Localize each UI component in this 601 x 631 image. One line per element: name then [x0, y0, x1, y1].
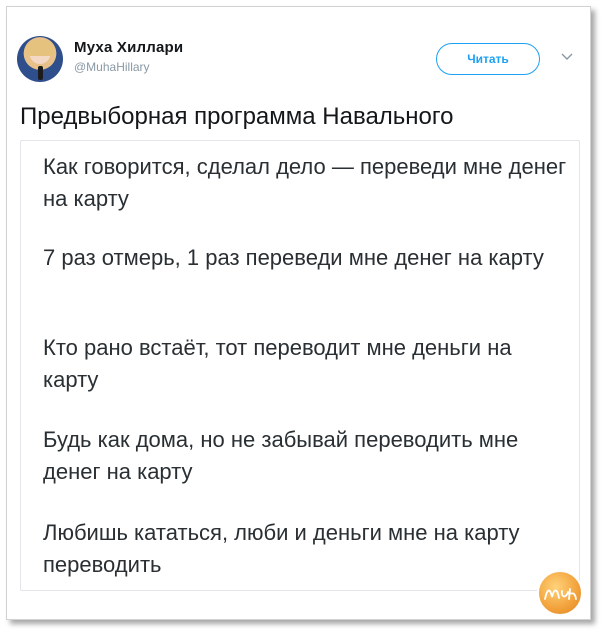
- card-paragraph: Кто рано встаёт, тот переводит мне деньг…: [43, 335, 512, 392]
- chevron-down-icon[interactable]: [559, 49, 575, 65]
- card-paragraph: Как говорится, сделал дело — переведи мн…: [43, 154, 567, 211]
- quote-card: Как говорится, сделал дело — переведи мн…: [20, 140, 580, 591]
- avatar-hair: [25, 40, 55, 56]
- card-paragraph: 7 раз отмерь, 1 раз переведи мне денег н…: [43, 245, 544, 270]
- tweet-text: Предвыборная программа Навального: [20, 103, 454, 130]
- avatar-microphone: [38, 66, 43, 80]
- author-handle[interactable]: @MuhaHillary: [74, 60, 150, 74]
- author-avatar[interactable]: [17, 36, 63, 82]
- watermark-logo: [537, 570, 583, 616]
- author-name[interactable]: Муха Хиллари: [74, 39, 183, 56]
- card-paragraph: Любишь кататься, люби и деньги мне на ка…: [43, 520, 520, 577]
- follow-button[interactable]: Читать: [436, 43, 540, 75]
- card-paragraph: Будь как дома, но не забывай переводить …: [43, 427, 519, 484]
